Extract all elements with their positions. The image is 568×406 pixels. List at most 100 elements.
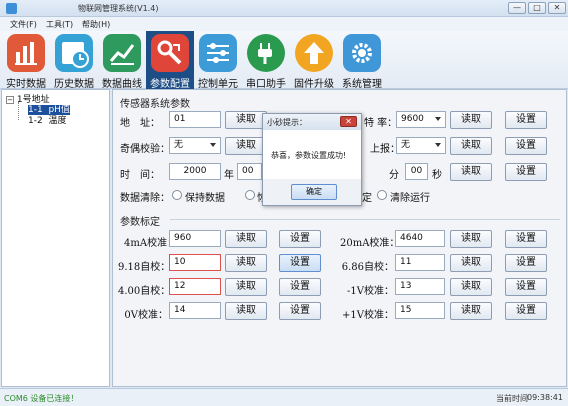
calib-918-set-button[interactable]: 设置 <box>279 254 321 272</box>
address-label: 地 址： <box>120 118 160 129</box>
tree-expander[interactable]: − <box>6 95 14 104</box>
calib-minus1v-set-button[interactable]: 设置 <box>505 278 547 296</box>
tree-line <box>18 102 19 120</box>
calib-20ma-field[interactable]: 4640 <box>395 230 445 247</box>
calib-0v-field[interactable]: 14 <box>169 302 221 319</box>
section-divider <box>170 219 560 220</box>
calib-686-field[interactable]: 11 <box>395 254 445 271</box>
keep-data-radio[interactable] <box>172 190 182 200</box>
tool-param-config[interactable]: 参数配置 <box>146 31 194 90</box>
chevron-down-icon <box>435 117 441 121</box>
wrench-config-icon <box>151 34 189 72</box>
chevron-down-icon <box>210 143 216 147</box>
calib-4ma-field[interactable]: 960 <box>169 230 221 247</box>
calib-right-label: +1V校准： <box>342 310 394 321</box>
status-bar: COM6 设备已连接！ 当前时间 09:38:41 <box>0 388 568 406</box>
tool-firmware-upgrade[interactable]: 固件升级 <box>290 31 338 90</box>
month-field[interactable]: 00 <box>237 163 262 180</box>
restore-radio[interactable] <box>245 190 255 200</box>
menu-file[interactable]: 文件(F) <box>10 19 37 30</box>
year-field[interactable]: 2000 <box>169 163 221 180</box>
dialog-message: 恭喜，参数设置成功! <box>271 151 347 160</box>
tool-label: 数据曲线 <box>102 79 142 90</box>
calib-left-label: 4mA校准： <box>124 238 178 249</box>
app-icon <box>6 3 17 14</box>
trend-curve-icon <box>103 34 141 72</box>
upload-select[interactable]: 无 <box>396 137 446 154</box>
fixed-label-partial: 定 <box>362 193 372 204</box>
parity-read-button[interactable]: 读取 <box>225 137 267 155</box>
device-tree: − 1号地址 1-1 pH值 1-2 温度 <box>1 89 110 387</box>
year-unit: 年 <box>224 170 234 181</box>
tool-realtime-data[interactable]: 实时数据 <box>2 31 50 90</box>
calib-section-title: 参数标定 <box>120 217 160 228</box>
current-time: 09:38:41 <box>527 393 563 402</box>
calib-20ma-set-button[interactable]: 设置 <box>505 230 547 248</box>
calib-400-read-button[interactable]: 读取 <box>225 278 267 296</box>
calib-left-label: 9.18自校： <box>118 262 171 273</box>
time-set-button[interactable]: 设置 <box>505 163 547 181</box>
keep-data-label: 保持数据 <box>185 193 225 204</box>
calib-20ma-read-button[interactable]: 读取 <box>450 230 492 248</box>
calib-plus1v-set-button[interactable]: 设置 <box>505 302 547 320</box>
tool-label: 参数配置 <box>150 79 190 90</box>
baud-set-button[interactable]: 设置 <box>505 111 547 129</box>
calib-plus1v-field[interactable]: 15 <box>395 302 445 319</box>
tree-item-temperature[interactable]: 1-2 温度 <box>28 113 66 126</box>
calib-minus1v-read-button[interactable]: 读取 <box>450 278 492 296</box>
tool-serial-assistant[interactable]: 串口助手 <box>242 31 290 90</box>
minimize-button[interactable]: — <box>508 2 526 14</box>
tool-data-curve[interactable]: 数据曲线 <box>98 31 146 90</box>
parity-select[interactable]: 无 <box>169 137 221 154</box>
calib-4ma-set-button[interactable]: 设置 <box>279 230 321 248</box>
tool-label: 串口助手 <box>246 79 286 90</box>
calib-minus1v-field[interactable]: 13 <box>395 278 445 295</box>
time-label: 时 间： <box>120 170 160 181</box>
upgrade-arrow-icon <box>295 34 333 72</box>
calib-686-set-button[interactable]: 设置 <box>505 254 547 272</box>
menu-tools[interactable]: 工具(T) <box>46 19 73 30</box>
calib-400-field[interactable]: 12 <box>169 278 221 295</box>
upload-set-button[interactable]: 设置 <box>505 137 547 155</box>
clear-run-label: 清除运行 <box>390 193 430 204</box>
second-field[interactable]: 00 <box>405 163 428 180</box>
connection-status: COM6 设备已连接！ <box>4 394 79 403</box>
sliders-icon <box>199 34 237 72</box>
calib-left-label: 4.00自校： <box>118 286 171 297</box>
calib-918-read-button[interactable]: 读取 <box>225 254 267 272</box>
window-title: 物联网管理系统(V1.4) <box>78 4 159 13</box>
address-read-button[interactable]: 读取 <box>225 111 267 129</box>
baud-select[interactable]: 9600 <box>396 111 446 128</box>
clear-run-radio[interactable] <box>377 190 387 200</box>
tool-control-unit[interactable]: 控制单元 <box>194 31 242 90</box>
calib-right-label: 6.86自校： <box>341 262 394 273</box>
calib-4ma-read-button[interactable]: 读取 <box>225 230 267 248</box>
gear-icon <box>343 34 381 72</box>
tool-system-management[interactable]: 系统管理 <box>338 31 386 90</box>
calib-0v-set-button[interactable]: 设置 <box>279 302 321 320</box>
time-read-button[interactable]: 读取 <box>450 163 492 181</box>
tool-history-data[interactable]: 历史数据 <box>50 31 98 90</box>
history-clock-icon <box>55 34 93 72</box>
calib-686-read-button[interactable]: 读取 <box>450 254 492 272</box>
baud-read-button[interactable]: 读取 <box>450 111 492 129</box>
dialog-close-button[interactable]: ✕ <box>340 116 357 127</box>
close-button[interactable]: ✕ <box>548 2 566 14</box>
menu-bar: 文件(F) 工具(T) 帮助(H) <box>0 17 568 31</box>
dialog-title: 小砂提示： <box>267 118 307 127</box>
dialog-ok-button[interactable]: 确定 <box>291 184 337 200</box>
upload-read-button[interactable]: 读取 <box>450 137 492 155</box>
tool-label: 控制单元 <box>198 79 238 90</box>
realtime-chart-icon <box>7 34 45 72</box>
calib-left-label: 0V校准： <box>124 310 168 321</box>
calib-918-field[interactable]: 10 <box>169 254 221 271</box>
tool-label: 系统管理 <box>342 79 382 90</box>
calib-plus1v-read-button[interactable]: 读取 <box>450 302 492 320</box>
tool-label: 固件升级 <box>294 79 334 90</box>
calib-0v-read-button[interactable]: 读取 <box>225 302 267 320</box>
maximize-button[interactable]: □ <box>528 2 546 14</box>
calib-400-set-button[interactable]: 设置 <box>279 278 321 296</box>
parity-label: 奇偶校验： <box>120 144 170 155</box>
address-field[interactable]: 01 <box>169 111 221 128</box>
menu-help[interactable]: 帮助(H) <box>82 19 110 30</box>
